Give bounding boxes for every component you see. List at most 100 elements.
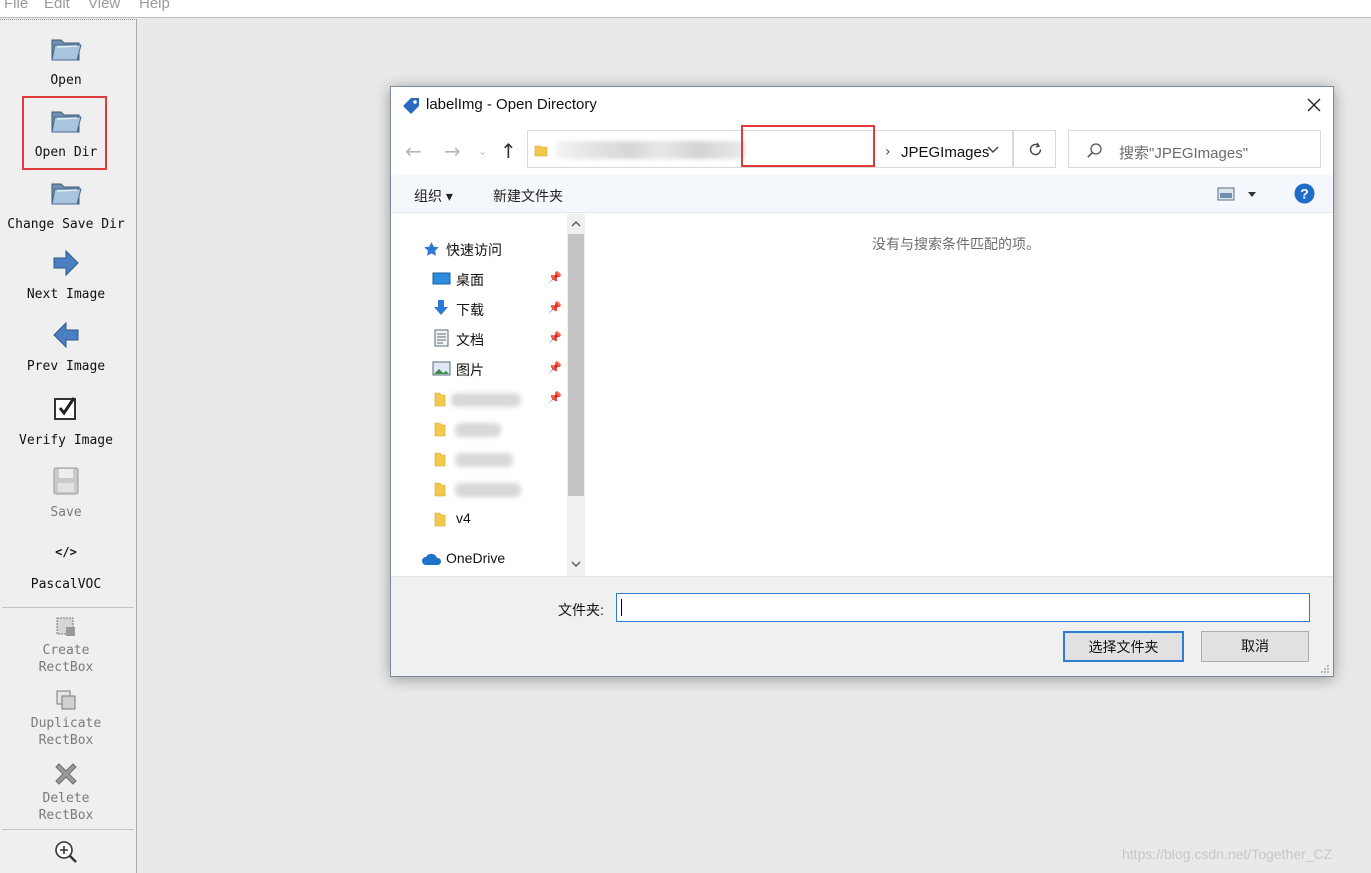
open-directory-dialog: labelImg - Open Directory ← → ⌄ ↑ › JPEG… <box>390 86 1334 677</box>
nav-item-label: 桌面 <box>456 272 484 288</box>
duplicate-icon <box>56 690 76 710</box>
forward-arrow-icon[interactable]: → <box>444 139 461 163</box>
toolbar-separator <box>2 607 134 608</box>
empty-results-message: 没有与搜索条件匹配的项。 <box>872 236 1040 252</box>
scrollbar-thumb[interactable] <box>568 234 584 496</box>
folder-icon <box>434 482 446 497</box>
pin-icon: 📌 <box>548 301 562 314</box>
delete-rectbox-label-1: Delete <box>42 791 90 806</box>
resize-grip-icon[interactable] <box>1319 663 1330 674</box>
search-box[interactable]: 搜索"JPEGImages" <box>1068 130 1321 168</box>
up-arrow-icon[interactable]: ↑ <box>500 139 517 163</box>
floppy-disk-icon <box>53 467 79 495</box>
new-folder-button[interactable]: 新建文件夹 <box>493 186 563 206</box>
navigation-pane: 快速访问 桌面 📌 下载 📌 文档 📌 图片 📌 📌 v4 OneDrive <box>391 214 567 576</box>
verify-image-label: Verify Image <box>19 433 113 448</box>
open-label: Open <box>50 73 82 88</box>
document-icon <box>434 329 449 347</box>
nav-item-label: 图片 <box>456 362 484 378</box>
folder-name-input[interactable] <box>616 593 1310 622</box>
scroll-up-icon[interactable] <box>571 220 581 227</box>
refresh-button[interactable] <box>1013 130 1056 168</box>
caret-down-icon[interactable] <box>1247 191 1257 199</box>
save-button[interactable]: Save <box>0 463 132 527</box>
verify-image-button[interactable]: Verify Image <box>0 389 132 453</box>
format-pascalvoc-button[interactable]: </> PascalVOC <box>0 537 132 597</box>
folder-icon <box>434 512 446 527</box>
menu-help[interactable]: Help <box>139 0 170 12</box>
zoom-in-button[interactable] <box>0 837 132 867</box>
nav-folder-redacted[interactable] <box>391 477 561 501</box>
menu-edit[interactable]: Edit <box>44 0 70 12</box>
menu-file[interactable]: File <box>4 0 28 12</box>
code-icon: </> <box>55 545 77 559</box>
labelimg-app-icon <box>403 98 419 114</box>
nav-item-label: 下载 <box>456 302 484 318</box>
breadcrumb-current-folder[interactable]: JPEGImages <box>901 144 989 161</box>
open-button[interactable]: Open <box>0 27 132 93</box>
delete-rectbox-button[interactable]: Delete RectBox <box>0 759 132 823</box>
prev-image-button[interactable]: Prev Image <box>0 317 132 381</box>
nav-documents[interactable]: 文档 📌 <box>391 327 562 351</box>
zoom-in-icon <box>55 841 77 863</box>
nav-folder-redacted[interactable] <box>391 447 561 471</box>
search-icon <box>1087 143 1102 158</box>
change-save-dir-label: Change Save Dir <box>7 217 125 232</box>
create-rectbox-button[interactable]: Create RectBox <box>0 613 132 677</box>
search-placeholder: 搜索"JPEGImages" <box>1119 145 1249 162</box>
nav-pictures[interactable]: 图片 📌 <box>391 357 562 381</box>
dialog-title: labelImg - Open Directory <box>426 96 597 113</box>
menu-view[interactable]: View <box>88 0 120 12</box>
nav-folder-redacted[interactable] <box>391 417 561 441</box>
duplicate-rectbox-label-1: Duplicate <box>30 716 102 731</box>
breadcrumb-separator-icon: › <box>885 144 891 160</box>
create-rectbox-label-1: Create <box>42 643 90 658</box>
download-icon <box>434 300 448 315</box>
folder-label: 文件夹: <box>558 602 604 618</box>
command-bar: 组织 ▾ 新建文件夹 ? <box>391 175 1333 213</box>
nav-pane-scrollbar[interactable] <box>567 214 585 576</box>
scroll-down-icon[interactable] <box>571 561 581 568</box>
duplicate-rectbox-label-2: RectBox <box>38 733 94 748</box>
save-label: Save <box>50 505 82 520</box>
pin-icon: 📌 <box>548 361 562 374</box>
close-icon[interactable] <box>1304 95 1324 115</box>
help-icon[interactable]: ? <box>1294 183 1315 204</box>
back-arrow-icon[interactable]: ← <box>405 139 422 163</box>
redacted-label <box>455 423 501 437</box>
delete-rectbox-label-2: RectBox <box>38 808 94 823</box>
redacted-label <box>455 453 513 467</box>
toolbar-grip <box>0 19 137 22</box>
nav-onedrive[interactable]: OneDrive <box>391 547 561 571</box>
picture-icon <box>432 361 451 376</box>
select-folder-button[interactable]: 选择文件夹 <box>1063 631 1184 662</box>
cancel-button[interactable]: 取消 <box>1201 631 1309 662</box>
star-icon <box>424 242 439 256</box>
format-label: PascalVOC <box>30 577 102 592</box>
folder-icon <box>534 145 548 157</box>
file-list[interactable]: 没有与搜索条件匹配的项。 <box>587 214 1333 576</box>
duplicate-rectbox-button[interactable]: Duplicate RectBox <box>0 686 132 750</box>
quick-access-label: 快速访问 <box>446 242 502 258</box>
labelimg-window: File Edit View Help Open Open Dir Change… <box>0 0 1371 873</box>
redacted-label <box>451 393 521 407</box>
create-rectbox-label-2: RectBox <box>38 660 94 675</box>
pin-icon: 📌 <box>548 391 562 404</box>
nav-folder-redacted[interactable]: 📌 <box>391 387 562 411</box>
nav-desktop[interactable]: 桌面 📌 <box>391 267 562 291</box>
menu-bar: File Edit View Help <box>0 0 1371 18</box>
refresh-icon <box>1029 142 1042 156</box>
change-save-dir-button[interactable]: Change Save Dir <box>0 171 132 237</box>
organize-menu[interactable]: 组织 ▾ <box>414 186 453 206</box>
jpegimages-highlight <box>741 125 875 167</box>
chevron-down-icon[interactable] <box>986 145 1000 155</box>
nav-folder-v4[interactable]: v4 <box>391 507 561 531</box>
nav-downloads[interactable]: 下载 📌 <box>391 297 562 321</box>
nav-quick-access[interactable]: 快速访问 <box>391 237 561 261</box>
next-image-button[interactable]: Next Image <box>0 245 132 309</box>
view-options-icon[interactable] <box>1217 187 1237 201</box>
folder-open-icon <box>51 39 82 61</box>
watermark: https://blog.csdn.net/Together_CZ <box>1122 846 1333 862</box>
arrow-right-icon <box>53 249 79 277</box>
recent-locations-icon[interactable]: ⌄ <box>478 145 487 158</box>
